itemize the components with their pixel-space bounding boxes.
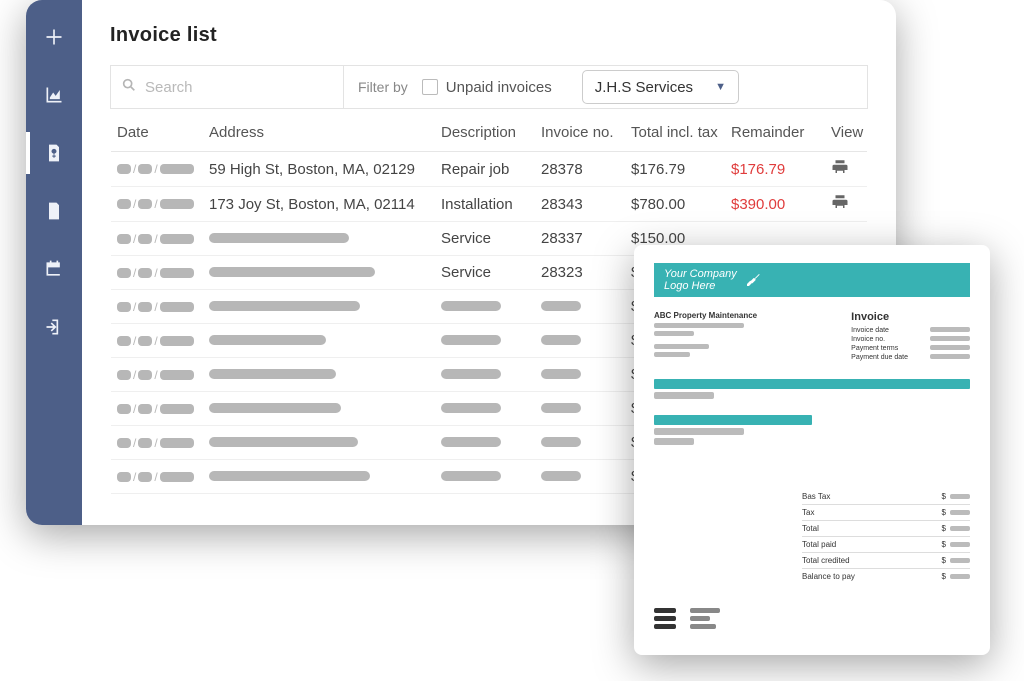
invoice-info: Invoice Invoice date Invoice no. Payment… — [851, 311, 970, 363]
table-row[interactable]: //173 Joy St, Boston, MA, 02114Installat… — [111, 187, 867, 222]
cell-date: // — [113, 432, 205, 454]
invoice-totals: Bas Tax$ Tax$ Total$ Total paid$ Total c… — [802, 489, 970, 584]
cell-address — [205, 328, 437, 353]
company-select[interactable]: J.H.S Services ▼ — [582, 70, 739, 104]
invoice-title: Invoice — [851, 311, 970, 323]
cell-date: // — [113, 466, 205, 488]
col-total[interactable]: Total incl. tax — [627, 120, 727, 145]
cell-invoice-no — [537, 396, 627, 421]
col-date[interactable]: Date — [113, 120, 205, 145]
cell-date: // — [113, 398, 205, 420]
unpaid-label: Unpaid invoices — [446, 79, 552, 96]
cell-date: // — [113, 364, 205, 386]
sidebar — [26, 0, 82, 525]
cell-total: $176.79 — [627, 157, 727, 182]
print-icon — [831, 158, 849, 180]
cell-address — [205, 226, 437, 251]
plus-icon — [44, 27, 64, 47]
cell-description — [437, 396, 537, 421]
cell-description — [437, 430, 537, 455]
invoice-logo-text: Your Company Logo Here — [664, 268, 737, 292]
table-header: Date Address Description Invoice no. Tot… — [111, 114, 867, 152]
cell-address — [205, 260, 437, 285]
col-remainder[interactable]: Remainder — [727, 120, 827, 145]
cell-view — [827, 235, 887, 243]
cell-description — [437, 362, 537, 387]
page-title: Invoice list — [110, 24, 868, 47]
invoice-dollar-icon — [44, 143, 64, 163]
invoice-footer — [654, 608, 720, 629]
document-icon — [44, 201, 64, 221]
sidebar-item-invoices[interactable] — [26, 138, 82, 168]
logout-icon — [44, 317, 64, 337]
cell-total: $780.00 — [627, 192, 727, 217]
cell-date: // — [113, 296, 205, 318]
cell-date: // — [113, 330, 205, 352]
cell-address: 59 High St, Boston, MA, 02129 — [205, 157, 437, 182]
filter-bar: Filter by Unpaid invoices J.H.S Services… — [110, 65, 868, 109]
search-cell[interactable] — [110, 66, 344, 108]
invoice-band — [654, 379, 970, 389]
cell-date: // — [113, 228, 205, 250]
calendar-icon — [44, 259, 64, 279]
cell-address — [205, 362, 437, 387]
cell-date: // — [113, 193, 205, 215]
cell-remainder: $176.79 — [727, 157, 827, 182]
invoice-preview-card: Your Company Logo Here ABC Property Main… — [634, 245, 990, 655]
cell-address — [205, 430, 437, 455]
col-view[interactable]: View — [827, 120, 887, 145]
cell-address — [205, 294, 437, 319]
unpaid-checkbox[interactable]: Unpaid invoices — [422, 79, 552, 96]
sidebar-item-documents[interactable] — [26, 196, 82, 226]
filter-by-cell: Filter by Unpaid invoices J.H.S Services… — [344, 66, 753, 108]
cell-invoice-no — [537, 430, 627, 455]
sidebar-item-calendar[interactable] — [26, 254, 82, 284]
cell-invoice-no — [537, 294, 627, 319]
col-invoice-no[interactable]: Invoice no. — [537, 120, 627, 145]
sidebar-item-add[interactable] — [26, 22, 82, 52]
cell-description — [437, 464, 537, 489]
cell-invoice-no: 28337 — [537, 226, 627, 251]
search-input[interactable] — [145, 79, 344, 96]
cell-view[interactable] — [827, 189, 887, 219]
chart-icon — [44, 85, 64, 105]
search-icon — [121, 77, 137, 98]
invoice-header: Your Company Logo Here — [654, 263, 970, 297]
cell-date: // — [113, 262, 205, 284]
sidebar-item-reports[interactable] — [26, 80, 82, 110]
cell-address — [205, 396, 437, 421]
cell-description: Installation — [437, 192, 537, 217]
invoice-band — [654, 415, 812, 425]
sidebar-item-logout[interactable] — [26, 312, 82, 342]
table-row[interactable]: //59 High St, Boston, MA, 02129Repair jo… — [111, 152, 867, 187]
cell-remainder: $390.00 — [727, 192, 827, 217]
cell-description — [437, 328, 537, 353]
cell-remainder — [727, 235, 827, 243]
cell-description: Repair job — [437, 157, 537, 182]
cell-invoice-no: 28378 — [537, 157, 627, 182]
cell-view[interactable] — [827, 154, 887, 184]
col-address[interactable]: Address — [205, 120, 437, 145]
filter-by-label: Filter by — [358, 79, 408, 95]
chevron-down-icon: ▼ — [715, 81, 726, 93]
invoice-from: ABC Property Maintenance — [654, 311, 757, 363]
tools-icon — [745, 272, 761, 288]
invoice-from-name: ABC Property Maintenance — [654, 311, 757, 320]
cell-invoice-no — [537, 464, 627, 489]
company-select-value: J.H.S Services — [595, 79, 693, 96]
cell-description: Service — [437, 226, 537, 251]
cell-date: // — [113, 158, 205, 180]
col-description[interactable]: Description — [437, 120, 537, 145]
cell-invoice-no: 28323 — [537, 260, 627, 285]
cell-invoice-no: 28343 — [537, 192, 627, 217]
cell-address: 173 Joy St, Boston, MA, 02114 — [205, 192, 437, 217]
cell-description — [437, 294, 537, 319]
invoice-meta: ABC Property Maintenance Invoice Invoice… — [654, 311, 970, 363]
checkbox-icon — [422, 79, 438, 95]
cell-address — [205, 464, 437, 489]
cell-invoice-no — [537, 328, 627, 353]
cell-invoice-no — [537, 362, 627, 387]
cell-description: Service — [437, 260, 537, 285]
print-icon — [831, 193, 849, 215]
